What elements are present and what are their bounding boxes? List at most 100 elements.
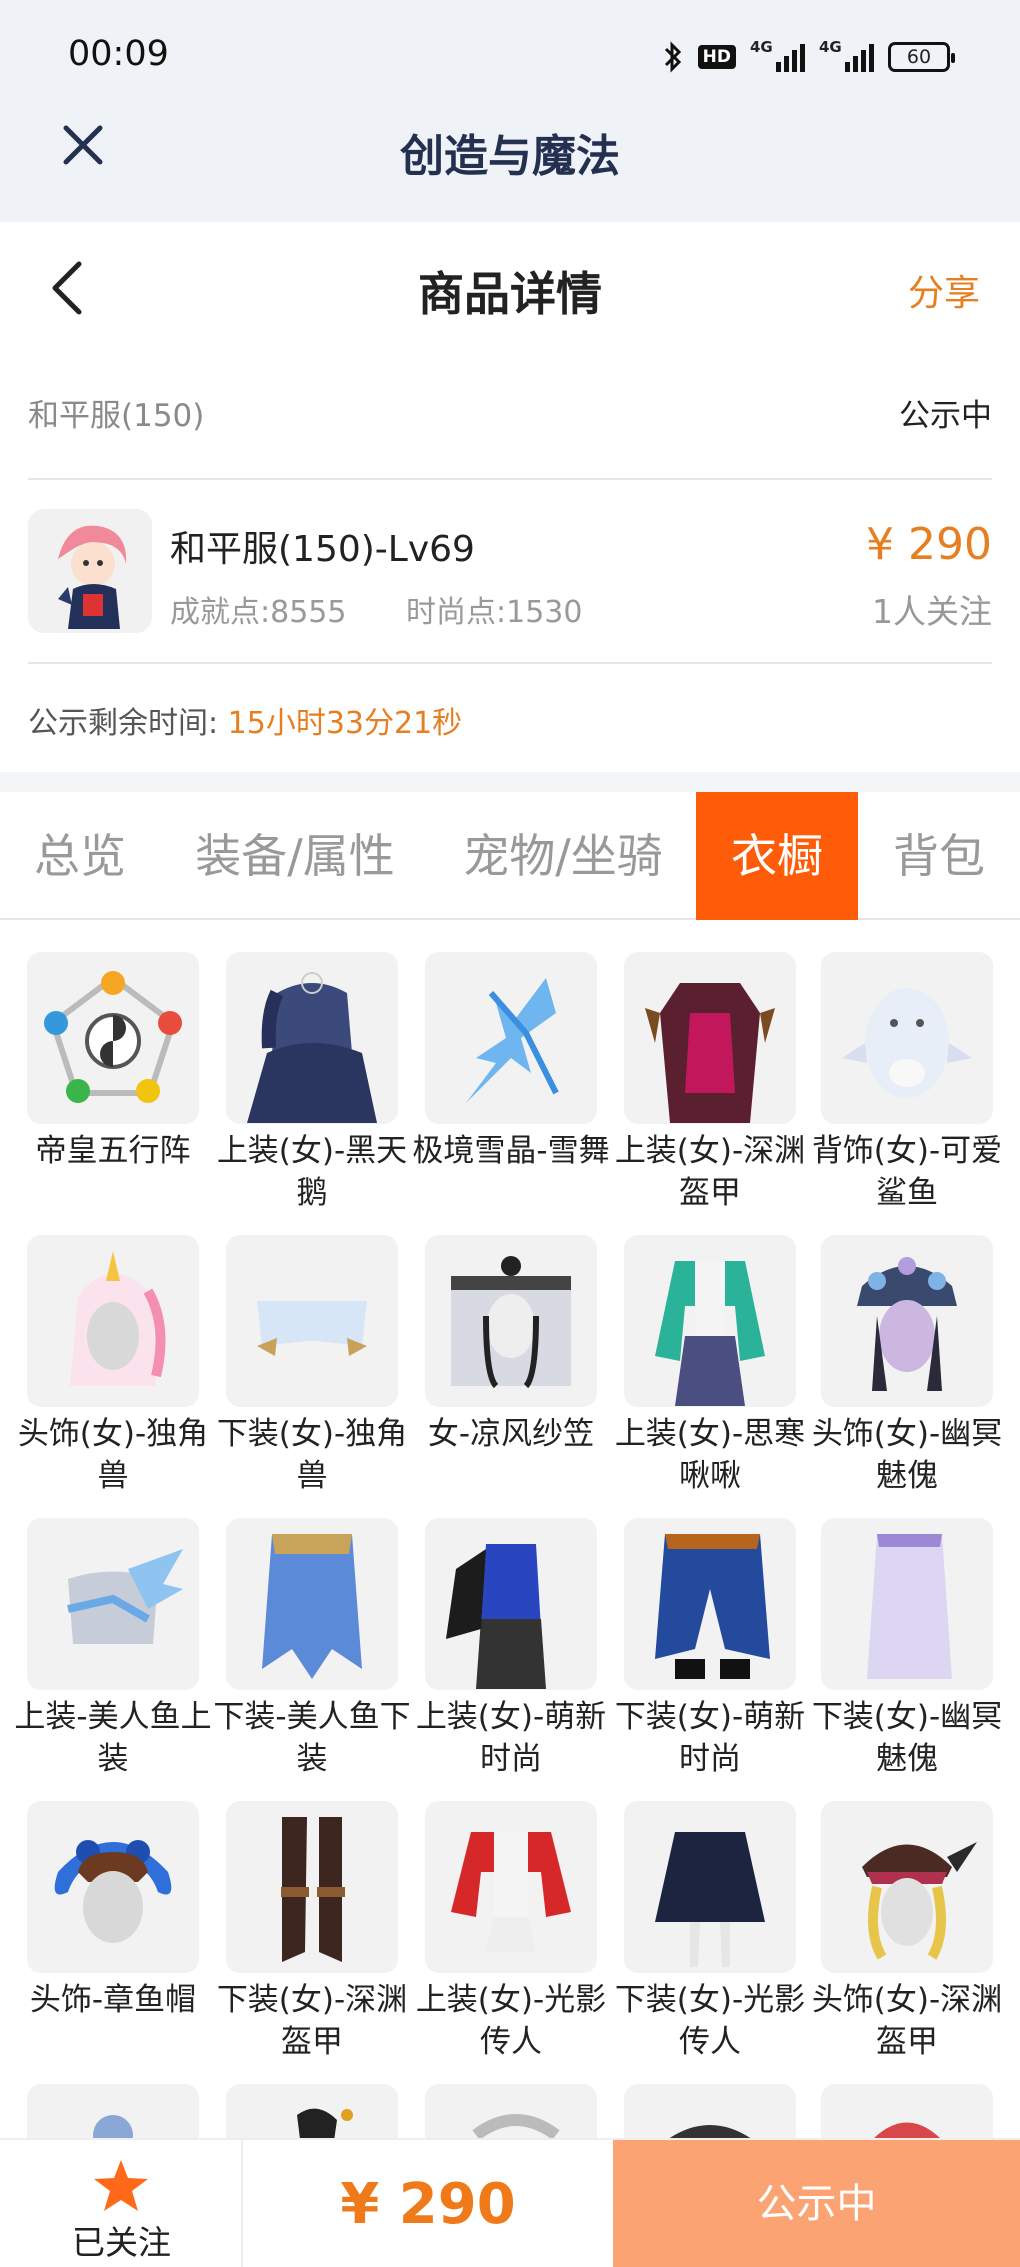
product-card[interactable]: 和平服(150)-Lv69 成就点:8555 时尚点:1530 ¥ 290 1人… [28,505,992,635]
wardrobe-item[interactable]: 上装(女)-深渊盔甲 [615,952,805,1214]
item-name: 上装(女)-黑天鹅 [216,1133,408,1211]
bottom-action-bar: 已关注 ¥ 290 公示中 [0,2138,1020,2267]
tab-wardrobe[interactable]: 衣橱 [696,792,858,920]
abyss-armor-headwear-icon [821,1801,993,1973]
tab-bar: 总览 装备/属性 宠物/坐骑 衣橱 背包 [0,792,1020,920]
divider [28,478,992,480]
signal-icon: 4G [750,38,805,72]
item-name: 头饰(女)-独角兽 [17,1416,209,1494]
follower-count: 1人关注 [872,592,992,631]
wardrobe-item[interactable]: 头饰-章鱼帽 [27,1801,199,2021]
newbie-fashion-top-icon [425,1518,597,1690]
hd-icon: HD [697,45,736,69]
item-name: 上装(女)-光影传人 [415,1982,607,2060]
wardrobe-item[interactable]: 上装(女)-光影传人 [416,1801,606,2063]
wardrobe-item[interactable]: 上装(女)-思寒啾啾 [615,1235,805,1497]
netherworld-bottom-icon [821,1518,993,1690]
status-button[interactable]: 公示中 [613,2140,1020,2267]
battery-icon: 60 [888,42,955,72]
tab-overview[interactable]: 总览 [0,792,160,920]
app-header: 00:09 HD 4G 4G 60 创造与魔法 [0,0,1020,222]
remaining-value: 15小时33分21秒 [227,706,463,741]
achievement-points: 成就点:8555 [170,595,347,630]
wardrobe-item[interactable]: 背饰(女)-可爱鲨鱼 [812,952,1002,1214]
newbie-fashion-bottom-icon [624,1518,796,1690]
listing-info-row: 和平服(150) 公示中 [28,390,992,440]
wardrobe-item[interactable]: 极境雪晶-雪舞 [412,952,610,1172]
item-name: 背饰(女)-可爱鲨鱼 [811,1133,1003,1211]
item-name: 头饰(女)-深渊盔甲 [811,1982,1003,2060]
follow-label: 已关注 [72,2223,171,2262]
server-label: 和平服(150) [28,398,205,434]
item-name: 极境雪晶-雪舞 [412,1133,610,1169]
bluetooth-icon [662,40,684,74]
wardrobe-item[interactable]: 下装(女)-深渊盔甲 [217,1801,407,2063]
wardrobe-item[interactable] [425,2084,597,2138]
tab-backpack[interactable]: 背包 [858,792,1020,920]
wardrobe-item[interactable] [27,2084,199,2138]
wardrobe-item[interactable]: 头饰(女)-独角兽 [18,1235,208,1497]
share-button[interactable]: 分享 [908,264,980,316]
item-name: 上装(女)-深渊盔甲 [614,1133,806,1211]
wardrobe-item[interactable]: 上装(女)-萌新时尚 [416,1518,606,1780]
wardrobe-item[interactable]: 女-凉风纱笠 [425,1235,597,1455]
mermaid-top-icon [27,1518,199,1690]
section-gap [0,772,1020,792]
wardrobe-item[interactable] [821,2084,993,2138]
light-shadow-skirt-icon [624,1801,796,1973]
wardrobe-grid: 帝皇五行阵 上装(女)-黑天鹅 极境雪晶-雪舞 上装(女)-深渊盔甲 背饰(女)… [0,920,1020,2138]
page-title: 商品详情 [418,267,602,321]
tab-pets[interactable]: 宠物/坐骑 [430,792,696,920]
wardrobe-item[interactable]: 下装(女)-萌新时尚 [615,1518,805,1780]
ice-crystal-scythe-icon [425,952,597,1124]
octopus-hat-icon [27,1801,199,1973]
wardrobe-item[interactable]: 下装(女)-独角兽 [217,1235,407,1497]
item-name: 下装(女)-幽冥魅傀 [811,1699,1003,1777]
wardrobe-item[interactable] [624,2084,796,2138]
partial-item-icon [425,2084,597,2138]
item-name: 下装(女)-光影传人 [614,1982,806,2060]
jacket-top-icon [624,1235,796,1407]
item-name: 女-凉风纱笠 [427,1416,595,1452]
wardrobe-item[interactable]: 下装(女)-光影传人 [615,1801,805,2063]
item-name: 上装(女)-萌新时尚 [415,1699,607,1777]
five-elements-array-icon [27,952,199,1124]
remaining-time: 公示剩余时间: 15小时33分21秒 [28,698,462,742]
item-name: 下装(女)-深渊盔甲 [216,1982,408,2060]
wardrobe-item[interactable]: 帝皇五行阵 [27,952,199,1172]
fashion-points: 时尚点:1530 [406,595,583,630]
veil-hat-icon [425,1235,597,1407]
item-name: 上装-美人鱼上装 [14,1699,212,1777]
remaining-label: 公示剩余时间: [28,706,219,741]
signal-icon-2: 4G [819,38,874,72]
abyss-armor-boots-icon [226,1801,398,1973]
wardrobe-item[interactable]: 上装-美人鱼上装 [14,1518,212,1780]
partial-item-icon [226,2084,398,2138]
partial-item-icon [27,2084,199,2138]
wardrobe-item[interactable] [226,2084,398,2138]
partial-item-icon [821,2084,993,2138]
product-price: ¥ 290 [866,519,992,570]
tab-equipment[interactable]: 装备/属性 [160,792,430,920]
black-swan-top-icon [226,952,398,1124]
status-icons: HD 4G 4G 60 [662,38,955,74]
star-icon [92,2158,150,2214]
wardrobe-item[interactable]: 头饰(女)-幽冥魅傀 [812,1235,1002,1497]
unicorn-bottom-icon [226,1235,398,1407]
mermaid-bottom-icon [226,1518,398,1690]
light-shadow-top-icon [425,1801,597,1973]
item-name: 下装(女)-独角兽 [216,1416,408,1494]
wardrobe-item[interactable]: 下装(女)-幽冥魅傀 [812,1518,1002,1780]
wardrobe-item[interactable]: 下装-美人鱼下装 [213,1518,411,1780]
wardrobe-item[interactable]: 头饰(女)-深渊盔甲 [812,1801,1002,2063]
bottom-price: ¥ 290 [340,2172,516,2237]
partial-item-icon [624,2084,796,2138]
item-name: 上装(女)-思寒啾啾 [614,1416,806,1494]
wardrobe-item[interactable]: 上装(女)-黑天鹅 [217,952,407,1214]
abyss-armor-top-icon [624,952,796,1124]
status-time: 00:09 [68,34,169,74]
follow-button[interactable]: 已关注 [0,2140,243,2267]
product-name: 和平服(150)-Lv69 [170,529,475,570]
product-stats: 成就点:8555 时尚点:1530 [170,587,632,631]
page-header: 商品详情 分享 [0,222,1020,357]
